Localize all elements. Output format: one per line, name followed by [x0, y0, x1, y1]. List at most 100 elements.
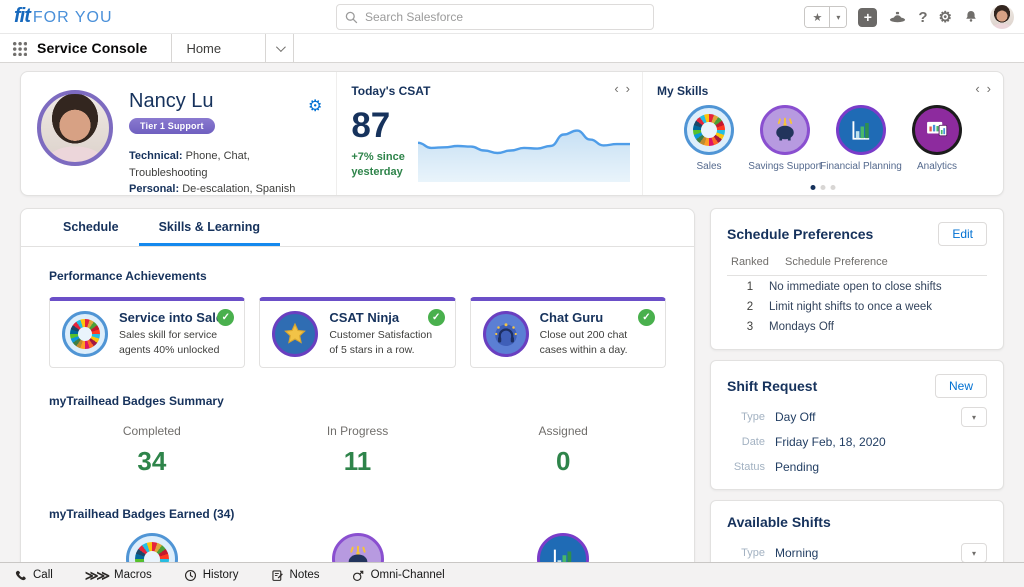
field-type: Type Morning ▾ [727, 544, 987, 562]
carousel-right-icon[interactable]: › [987, 82, 991, 95]
summary-value: 0 [460, 446, 666, 477]
star-badge-icon [272, 311, 318, 357]
type-dropdown-button[interactable]: ▾ [961, 543, 987, 562]
profile-settings-gear-icon[interactable]: ⚙ [308, 96, 322, 116]
preferences-table: Ranked Schedule Preference 1 No immediat… [727, 256, 987, 336]
achievement-card-service-into-sales[interactable]: Service into Sales Sales skill for servi… [49, 297, 245, 368]
achievement-desc: Customer Satisfaction of 5 stars in a ro… [329, 328, 442, 358]
badges-earned-row [49, 533, 666, 562]
field-label: Status [727, 461, 765, 473]
new-button[interactable]: New [935, 374, 987, 398]
achievement-title: CSAT Ninja [329, 310, 442, 325]
earned-barchart-badge-icon[interactable] [537, 533, 589, 562]
field-date: Date Friday Feb, 18, 2020 [727, 433, 987, 451]
completed-check-icon: ✓ [428, 309, 445, 326]
search-input[interactable] [365, 10, 645, 24]
personal-value: De-escalation, Spanish [179, 183, 295, 195]
setup-gear-icon[interactable]: ⚙ [939, 8, 952, 26]
carousel-dot-active[interactable] [811, 185, 816, 190]
carousel-dot[interactable] [821, 185, 826, 190]
skill-label: Financial Planning [820, 161, 902, 172]
type-dropdown-button[interactable]: ▾ [961, 407, 987, 427]
schedule-preferences-card: Schedule Preferences Edit Ranked Schedul… [710, 208, 1004, 350]
skill-item-analytics[interactable]: Analytics [899, 105, 975, 172]
earned-piggy-badge-icon[interactable] [332, 533, 384, 562]
achievement-title: Service into Sales [119, 310, 232, 325]
carousel-left-icon[interactable]: ‹ [614, 82, 618, 95]
tab-dropdown-button[interactable] [266, 34, 294, 62]
user-avatar[interactable] [990, 5, 1014, 29]
achievement-desc: Close out 200 chat cases within a day. [540, 328, 653, 358]
summary-label: Assigned [460, 424, 666, 438]
agent-overview-band: Nancy Lu Tier 1 Support Technical: Phone… [20, 71, 1004, 196]
skills-carousel-dots[interactable] [811, 185, 836, 190]
skills-learning-card: Schedule Skills & Learning Performance A… [20, 208, 695, 562]
achievement-card-csat-ninja[interactable]: CSAT Ninja Customer Satisfaction of 5 st… [259, 297, 455, 368]
tab-schedule[interactable]: Schedule [43, 209, 139, 246]
help-question-icon[interactable]: ? [918, 9, 927, 26]
tab-skills-learning[interactable]: Skills & Learning [139, 209, 280, 246]
global-header: fit FOR YOU ★ ▾ + ? ⚙ [0, 0, 1024, 34]
logo-rest-text: FOR YOU [33, 9, 113, 27]
skill-label: Analytics [917, 161, 957, 172]
carousel-left-icon[interactable]: ‹ [975, 82, 979, 95]
favorites-dropdown-icon[interactable]: ▾ [829, 7, 846, 27]
utility-macros[interactable]: ≫≫ Macros [85, 569, 152, 582]
preference-text: Limit night shifts to once a week [769, 301, 932, 313]
field-value: Pending [775, 460, 819, 474]
preference-rank: 1 [727, 281, 769, 293]
trailhead-hat-icon[interactable] [888, 9, 907, 25]
phone-icon [14, 569, 27, 582]
tab-home[interactable]: Home [171, 34, 266, 62]
profile-section: Nancy Lu Tier 1 Support Technical: Phone… [21, 72, 336, 195]
achievement-card-chat-guru[interactable]: Chat Guru Close out 200 chat cases withi… [470, 297, 666, 368]
preference-row: 2 Limit night shifts to once a week [727, 296, 987, 316]
piggy-bank-badge-icon [760, 105, 810, 155]
skill-label: Savings Support [748, 161, 821, 172]
main-content: Nancy Lu Tier 1 Support Technical: Phone… [0, 63, 1024, 562]
notifications-bell-icon[interactable] [963, 9, 979, 25]
utility-omni-channel[interactable]: Omni-Channel [352, 569, 445, 582]
carousel-right-icon[interactable]: › [626, 82, 630, 95]
csat-title: Today's CSAT [351, 84, 628, 98]
available-shifts-title: Available Shifts [727, 514, 831, 530]
fit-for-you-logo: fit FOR YOU [14, 5, 113, 28]
global-actions-plus-icon[interactable]: + [858, 8, 877, 27]
skill-badge-row: Sales Savings Support Financial Planning [657, 105, 989, 172]
achievement-desc: Sales skill for service agents 40% unloc… [119, 328, 232, 358]
field-value: Morning [775, 546, 818, 560]
earned-wheel-badge-icon[interactable] [126, 533, 178, 562]
field-label: Type [727, 547, 765, 559]
skill-item-savings-support[interactable]: Savings Support [747, 105, 823, 172]
chevron-down-icon [276, 42, 286, 52]
utility-notes[interactable]: Notes [271, 569, 320, 582]
app-launcher-waffle-icon[interactable] [12, 41, 27, 56]
carousel-dot[interactable] [831, 185, 836, 190]
field-type: Type Day Off ▾ [727, 408, 987, 426]
field-value: Day Off [775, 410, 815, 424]
csat-sparkline-chart [418, 106, 630, 182]
skill-item-sales[interactable]: Sales [671, 105, 747, 172]
notes-icon [271, 569, 284, 582]
preference-text: No immediate open to close shifts [769, 281, 942, 293]
clock-icon [184, 569, 197, 582]
skill-label: Sales [696, 161, 721, 172]
utility-history[interactable]: History [184, 569, 239, 582]
utility-label: Notes [290, 569, 320, 581]
favorite-star-icon[interactable]: ★ [805, 7, 829, 27]
right-sidebar: Schedule Preferences Edit Ranked Schedul… [710, 208, 1004, 562]
schedule-preferences-title: Schedule Preferences [727, 226, 873, 242]
field-status: Status Pending [727, 458, 987, 476]
edit-button[interactable]: Edit [938, 222, 987, 246]
csat-carousel-arrows: ‹ › [614, 82, 630, 95]
global-search[interactable] [336, 4, 654, 30]
preference-row: 3 Mondays Off [727, 316, 987, 336]
shift-request-title: Shift Request [727, 378, 817, 394]
app-name[interactable]: Service Console [37, 40, 147, 56]
skill-item-financial-planning[interactable]: Financial Planning [823, 105, 899, 172]
bar-chart-badge-icon [836, 105, 886, 155]
csat-section: Today's CSAT ‹ › 87 +7% since yesterday [336, 72, 642, 195]
summary-value: 34 [49, 446, 255, 477]
favorites-button-group[interactable]: ★ ▾ [804, 6, 847, 28]
utility-call[interactable]: Call [14, 569, 53, 582]
